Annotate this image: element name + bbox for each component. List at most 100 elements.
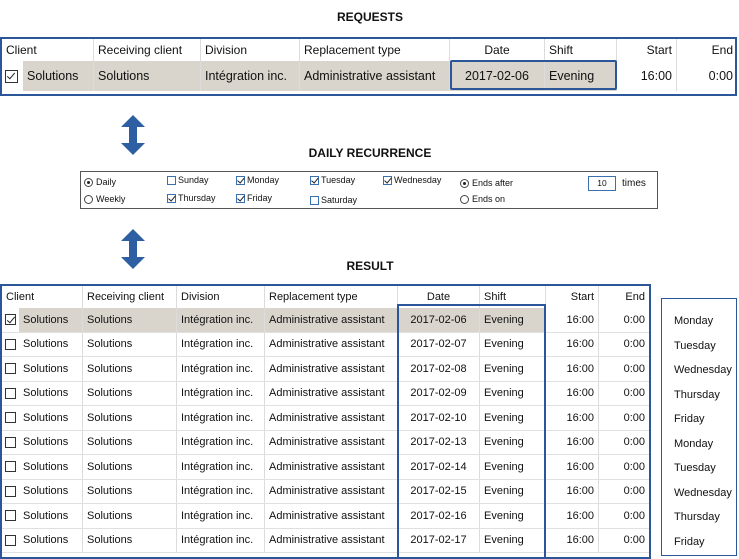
col-shift[interactable]: Shift [545,39,617,61]
result-row[interactable]: Solutions Solutions Intégration inc. Admini… [2,308,649,333]
request-division: Intégration inc. [201,61,300,91]
result-division: Intégration inc. [177,504,265,528]
request-checkbox[interactable] [2,61,23,91]
result-row[interactable]: Solutions Solutions Intégration inc. Admini… [2,332,649,357]
checkbox-unchecked-icon[interactable] [5,461,16,473]
result-receiving-client: Solutions [83,479,177,503]
checkbox-unchecked-icon[interactable] [5,338,16,350]
col-division[interactable]: Division [201,39,300,61]
result-checkbox[interactable] [2,333,19,357]
result-checkbox[interactable] [2,308,19,332]
result-replacement-type: Administrative assistant [265,406,398,430]
radio-selected-icon[interactable] [460,178,469,188]
daily-option[interactable]: Daily [84,177,116,187]
friday-option[interactable]: Friday [236,193,272,203]
result-date: 2017-02-14 [398,455,480,479]
result-row[interactable]: Solutions Solutions Intégration inc. Admini… [2,455,649,480]
request-row[interactable]: Solutions Solutions Intégration inc. Adm… [2,61,735,91]
result-checkbox[interactable] [2,504,19,528]
result-start: 16:00 [546,430,599,454]
result-checkbox[interactable] [2,406,19,430]
result-checkbox[interactable] [2,529,19,553]
checkbox-checked-icon[interactable] [383,175,392,185]
thursday-option[interactable]: Thursday [167,193,216,203]
weekday-label: Wednesday [674,486,732,499]
radio-unselected-icon[interactable] [84,194,93,204]
checkbox-checked-icon[interactable] [310,175,319,185]
checkbox-checked-icon[interactable] [167,193,176,203]
col-end[interactable]: End [677,39,737,61]
col-receiving-client[interactable]: Receiving client [94,39,201,61]
result-shift: Evening [480,504,546,528]
result-date: 2017-02-09 [398,381,480,405]
requests-table-header: Client Receiving client Division Replace… [2,39,735,61]
daily-label: Daily [96,177,117,187]
weekly-option[interactable]: Weekly [84,194,125,204]
result-replacement-type: Administrative assistant [265,308,398,332]
result-checkbox[interactable] [2,431,19,455]
result-start: 16:00 [546,479,599,503]
ends-after-option[interactable]: Ends after [460,178,513,188]
col-client[interactable]: Client [2,39,94,61]
checkbox-unchecked-icon[interactable] [5,436,16,448]
tuesday-option[interactable]: Tuesday [310,175,355,185]
col-start[interactable]: Start [546,286,599,308]
saturday-option[interactable]: Saturday [310,195,357,205]
checkbox-unchecked-icon[interactable] [5,412,16,424]
result-checkbox[interactable] [2,357,19,381]
result-replacement-type: Administrative assistant [265,528,398,552]
monday-option[interactable]: Monday [236,175,279,185]
result-shift: Evening [480,406,546,430]
result-checkbox[interactable] [2,382,19,406]
weekly-label: Weekly [96,194,126,204]
radio-unselected-icon[interactable] [460,194,469,204]
result-row[interactable]: Solutions Solutions Intégration inc. Admini… [2,504,649,529]
checkbox-checked-icon[interactable] [236,193,245,203]
weekday-label: Thursday [674,511,720,523]
checkbox-unchecked-icon[interactable] [5,510,16,522]
checkbox-unchecked-icon[interactable] [5,363,16,375]
checkbox-unchecked-icon[interactable] [167,175,176,185]
result-checkbox[interactable] [2,455,19,479]
ends-on-option[interactable]: Ends on [460,194,505,204]
result-checkbox[interactable] [2,480,19,504]
result-row[interactable]: Solutions Solutions Intégration inc. Admini… [2,479,649,504]
result-row[interactable]: Solutions Solutions Intégration inc. Admini… [2,357,649,382]
result-end: 0:00 [623,534,645,547]
col-division[interactable]: Division [177,286,265,308]
result-row[interactable]: Solutions Solutions Intégration inc. Admini… [2,430,649,455]
checkbox-checked-icon[interactable] [5,314,16,326]
occurrences-input[interactable]: 10 [588,176,616,191]
radio-selected-icon[interactable] [84,177,93,187]
weekday-label: Monday [674,437,714,450]
col-date[interactable]: Date [398,286,480,308]
result-receiving-client: Solutions [83,357,177,381]
checkbox-checked-icon[interactable] [236,175,245,185]
saturday-label: Saturday [321,195,358,205]
checkbox-checked-icon[interactable] [5,69,18,83]
col-date[interactable]: Date [450,39,545,61]
result-client: Solutions [19,479,83,503]
col-end[interactable]: End [599,286,649,308]
col-replacement-type[interactable]: Replacement type [265,286,398,308]
checkbox-unchecked-icon[interactable] [5,387,16,399]
checkbox-unchecked-icon[interactable] [5,534,16,546]
checkbox-unchecked-icon[interactable] [310,195,319,205]
result-receiving-client: Solutions [83,504,177,528]
daily-recurrence-panel: Daily Weekly Sunday Thursday Monday Frid… [80,171,658,209]
result-date: 2017-02-06 [398,308,480,332]
col-replacement-type[interactable]: Replacement type [300,39,450,61]
sunday-option[interactable]: Sunday [167,175,209,185]
result-row[interactable]: Solutions Solutions Intégration inc. Admini… [2,381,649,406]
result-row[interactable]: Solutions Solutions Intégration inc. Admini… [2,528,649,553]
thursday-label: Thursday [178,193,216,203]
wednesday-option[interactable]: Wednesday [383,175,441,185]
col-receiving-client[interactable]: Receiving client [83,286,177,308]
result-division: Intégration inc. [177,479,265,503]
col-client[interactable]: Client [2,286,83,308]
col-start[interactable]: Start [617,39,677,61]
result-client: Solutions [19,357,83,381]
checkbox-unchecked-icon[interactable] [5,485,16,497]
result-row[interactable]: Solutions Solutions Intégration inc. Admini… [2,406,649,431]
col-shift[interactable]: Shift [480,286,546,308]
